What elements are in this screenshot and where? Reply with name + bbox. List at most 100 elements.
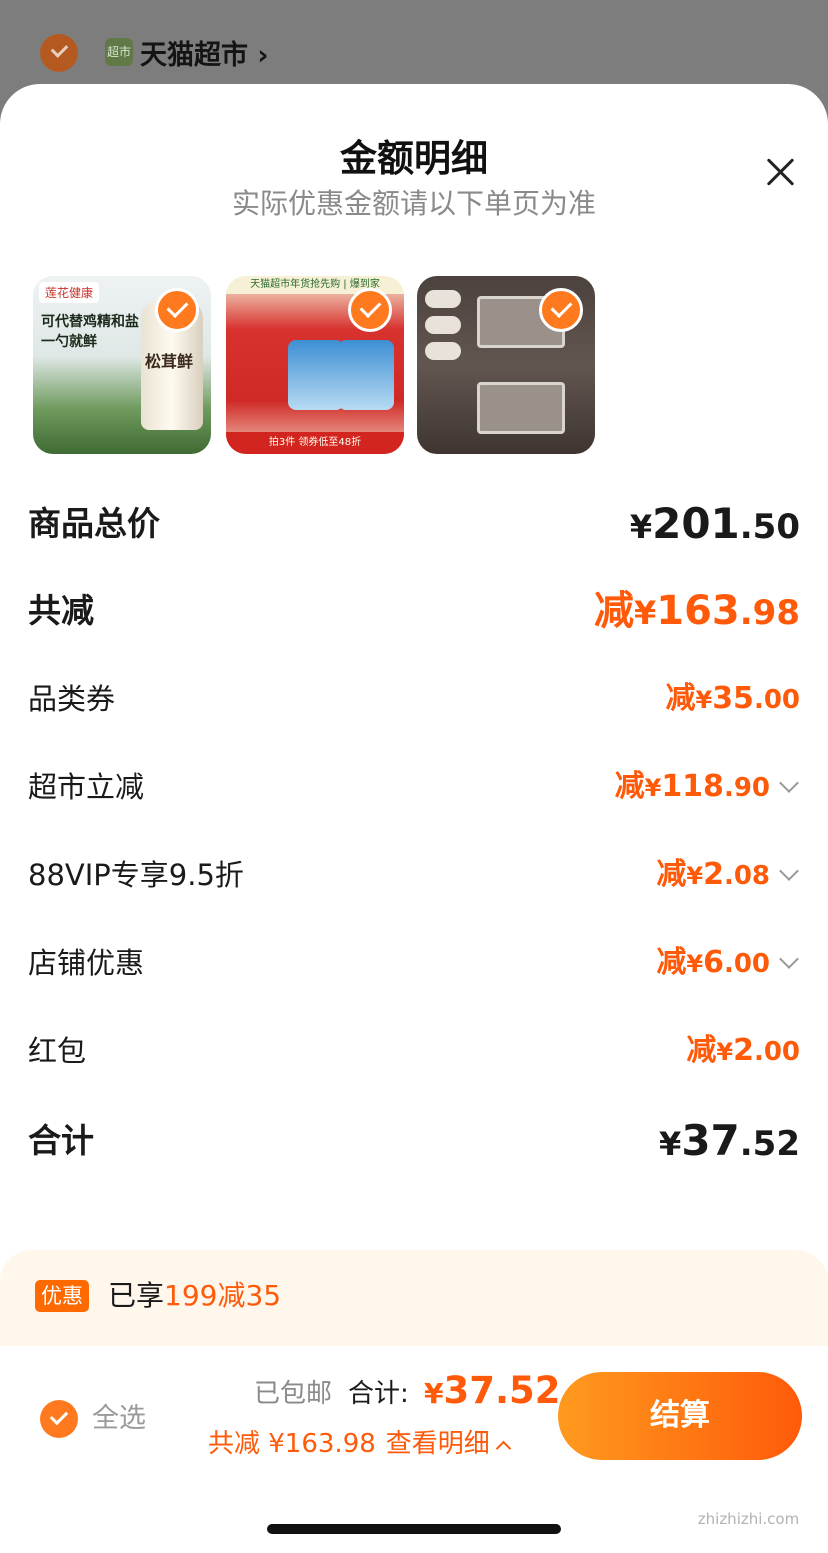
value-int: 118	[661, 769, 724, 804]
check-circle-icon[interactable]	[348, 288, 392, 332]
value-int: 6	[703, 945, 724, 980]
chevron-down-icon[interactable]	[779, 773, 799, 793]
grand-total-row: 合计 ¥37.52	[28, 1116, 800, 1166]
red-packet-label: 红包	[28, 1034, 87, 1068]
value-int: 37	[681, 1116, 740, 1165]
discount-prefix: 减	[656, 945, 687, 980]
instant-discount-row[interactable]: 超市立减 减¥118.90	[28, 762, 800, 812]
product-slogan: 可代替鸡精和盐 一勺就鲜	[41, 312, 151, 352]
shipping-status: 已包邮	[254, 1379, 333, 1409]
vip-discount-row[interactable]: 88VIP专享9.5折 减¥2.08	[28, 850, 800, 900]
value-dec: .00	[753, 1037, 800, 1067]
sheet-subtitle: 实际优惠金额请以下单页为准	[231, 187, 596, 220]
home-indicator[interactable]	[267, 1524, 561, 1534]
currency-symbol: ¥	[644, 774, 662, 802]
category-coupon-value: 减¥35.00	[665, 674, 800, 725]
total-discount-value: 减¥163.98	[594, 586, 800, 638]
promo-prefix: 已享	[108, 1279, 165, 1312]
promo-highlight: 199减35	[164, 1279, 282, 1312]
vip-discount-label: 88VIP专享9.5折	[28, 858, 244, 892]
chevron-down-icon[interactable]	[779, 949, 799, 969]
shop-discount-value: 减¥6.00	[656, 938, 770, 989]
product-name: 松茸鲜	[145, 352, 194, 371]
watermark-main: 值值值	[697, 1470, 800, 1510]
discount-prefix: 减	[594, 588, 634, 634]
currency-symbol: ¥	[424, 1377, 444, 1410]
watermark-sub: zhizhizhi.com	[697, 1510, 800, 1528]
product-slogan-line: 可代替鸡精和盐	[41, 314, 139, 330]
store-logo-icon: 超市	[105, 38, 133, 66]
category-coupon-label: 品类券	[28, 682, 116, 716]
subtotal-label: 商品总价	[28, 504, 160, 543]
view-detail-link[interactable]: 查看明细	[386, 1429, 490, 1459]
product-thumbnail[interactable]: 莲花健康 可代替鸡精和盐 一勺就鲜 松茸鲜	[33, 276, 211, 454]
checkout-button[interactable]: 结算	[558, 1372, 802, 1460]
shop-discount-label: 店铺优惠	[28, 946, 145, 980]
category-coupon-row: 品类券 减¥35.00	[28, 674, 800, 724]
bar-total-value: ¥37.52	[424, 1366, 561, 1419]
value-int: 163	[656, 588, 740, 634]
subtotal-row: 商品总价 ¥201.50	[28, 499, 800, 549]
vip-discount-value: 减¥2.08	[656, 850, 770, 901]
value-int: 2	[733, 1033, 754, 1068]
value-int: 2	[703, 857, 724, 892]
product-note	[425, 290, 461, 308]
store-check-icon[interactable]	[40, 34, 78, 72]
value-dec: .52	[739, 1124, 800, 1164]
discount-prefix: 减	[686, 1033, 717, 1068]
product-can-image	[288, 340, 344, 410]
currency-symbol: ¥	[695, 686, 713, 714]
promo-text: 已享199减35	[108, 1276, 281, 1316]
discount-prefix: 减	[614, 769, 645, 804]
red-packet-value: 减¥2.00	[686, 1026, 800, 1077]
store-name[interactable]: 天猫超市 ›	[140, 33, 269, 72]
value-dec: .00	[723, 949, 770, 979]
value-int: 35	[712, 681, 754, 716]
product-promo-strip: 拍3件 领券低至48折	[226, 432, 404, 454]
saved-amount: 共减 ¥163.98	[208, 1429, 376, 1459]
promo-strip: 优惠 已享199减35	[0, 1250, 828, 1346]
product-can-image	[338, 340, 394, 410]
sheet-title: 金额明细	[340, 137, 488, 180]
value-int: 201	[652, 499, 740, 548]
product-thumbnail[interactable]: 天猫超市年货抢先购 | 爆到家 拍3件 领券低至48折	[226, 276, 404, 454]
close-icon[interactable]	[762, 154, 798, 190]
product-brand: 莲花健康	[39, 282, 100, 303]
value-dec: .08	[723, 861, 770, 891]
shop-discount-row[interactable]: 店铺优惠 减¥6.00	[28, 938, 800, 988]
currency-symbol: ¥	[686, 862, 704, 890]
check-circle-icon[interactable]	[539, 288, 583, 332]
subtotal-value: ¥201.50	[630, 499, 800, 552]
currency-symbol: ¥	[629, 508, 653, 546]
select-all-check-icon[interactable]	[40, 1400, 78, 1438]
instant-discount-label: 超市立减	[28, 770, 145, 804]
chevron-up-icon[interactable]	[495, 1440, 512, 1457]
select-all-label[interactable]: 全选	[92, 1398, 146, 1440]
discount-prefix: 减	[665, 681, 696, 716]
value-dec: .98	[739, 593, 800, 633]
total-discount-label: 共减	[28, 591, 94, 630]
value-dec: .50	[739, 507, 800, 547]
product-slogan-line: 一勺就鲜	[41, 334, 97, 350]
product-note	[425, 342, 461, 360]
chevron-down-icon[interactable]	[779, 861, 799, 881]
total-discount-row: 共减 减¥163.98	[28, 586, 800, 636]
check-circle-icon[interactable]	[155, 288, 199, 332]
bar-total-label: 合计:	[348, 1379, 409, 1409]
currency-symbol: ¥	[634, 594, 657, 632]
value-dec: .90	[723, 773, 770, 803]
grand-total-label: 合计	[28, 1121, 94, 1160]
red-packet-row: 红包 减¥2.00	[28, 1026, 800, 1076]
value-dec: .00	[753, 685, 800, 715]
promo-tag: 优惠	[35, 1280, 89, 1312]
product-thumbnail[interactable]	[417, 276, 595, 454]
amount-detail-sheet: 金额明细 实际优惠金额请以下单页为准 莲花健康 可代替鸡精和盐 一勺就鲜 松茸鲜…	[0, 84, 828, 1553]
product-note	[425, 316, 461, 334]
instant-discount-value: 减¥118.90	[615, 762, 770, 813]
currency-symbol: ¥	[659, 1125, 682, 1163]
saved-summary[interactable]: 共减 ¥163.98 查看明细	[208, 1424, 512, 1464]
currency-symbol: ¥	[686, 950, 704, 978]
bar-total-number: 37.52	[443, 1369, 561, 1412]
watermark: 值值值 zhizhizhi.com	[676, 1470, 821, 1528]
currency-symbol: ¥	[716, 1038, 734, 1066]
